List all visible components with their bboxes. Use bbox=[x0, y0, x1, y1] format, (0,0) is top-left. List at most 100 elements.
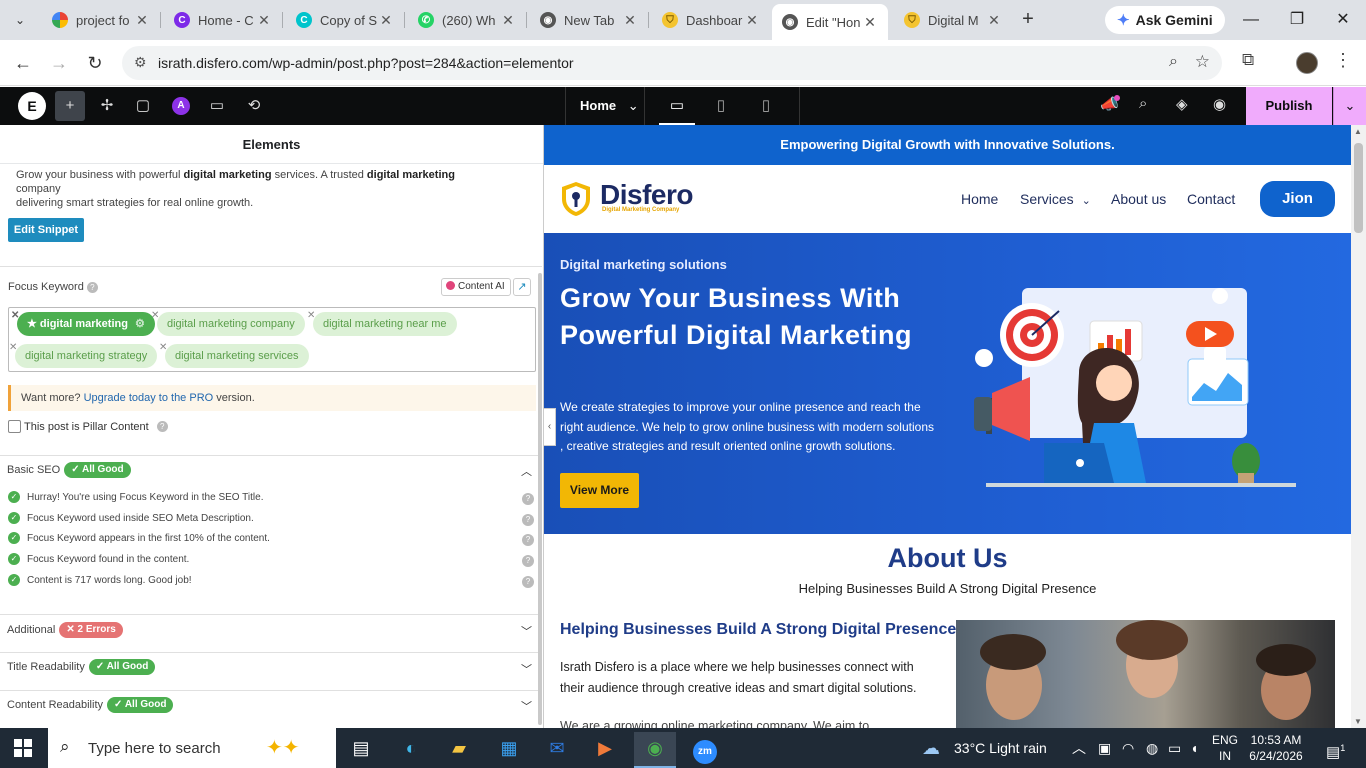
edge-browser-icon[interactable]: ◐ bbox=[390, 732, 432, 768]
volume-icon[interactable]: ◖ bbox=[1190, 728, 1198, 768]
trends-chart-icon[interactable]: ↗ bbox=[513, 278, 531, 296]
mobile-view-icon[interactable]: ▯ bbox=[748, 91, 784, 125]
browser-tab[interactable]: ◉ New Tab ✕ bbox=[530, 5, 648, 35]
upgrade-pro-link[interactable]: Upgrade today to the PRO bbox=[84, 392, 214, 404]
battery-icon[interactable]: ▭ bbox=[1168, 728, 1181, 768]
structure-layers-icon[interactable]: ◈ bbox=[1176, 95, 1188, 113]
help-icon[interactable]: ? bbox=[522, 555, 534, 567]
close-tab-icon[interactable]: ✕ bbox=[134, 12, 150, 29]
mail-icon[interactable]: ✉ bbox=[536, 732, 578, 768]
additional-section-header[interactable]: Additional ✕ 2 Errors bbox=[7, 622, 123, 638]
minimize-window-button[interactable]: — bbox=[1228, 6, 1274, 34]
weather-icon[interactable]: ☁ bbox=[922, 728, 940, 768]
browser-tab[interactable]: C Home - C ✕ bbox=[164, 5, 282, 35]
page-structure-icon[interactable]: ▢ bbox=[128, 91, 158, 121]
elementor-logo-icon[interactable]: E bbox=[18, 92, 46, 120]
close-tab-icon[interactable]: ✕ bbox=[744, 12, 760, 29]
bookmark-star-icon[interactable]: ☆ bbox=[1195, 52, 1210, 72]
comments-icon[interactable]: ▭ bbox=[202, 91, 232, 121]
content-readability-header[interactable]: Content Readability ✓ All Good bbox=[7, 697, 174, 713]
task-view-icon[interactable]: ▤ bbox=[340, 732, 382, 768]
extensions-puzzle-icon[interactable]: ⧉ bbox=[1242, 50, 1254, 70]
meet-now-icon[interactable]: ▣ bbox=[1098, 728, 1111, 768]
browser-tab[interactable]: ⛉ Digital M ✕ bbox=[894, 5, 1012, 35]
back-arrow-icon[interactable]: ← bbox=[10, 50, 36, 76]
help-icon[interactable]: ? bbox=[86, 281, 98, 293]
help-icon[interactable]: ? bbox=[522, 493, 534, 505]
keyword-tag[interactable]: ✕ digital marketing near me bbox=[307, 310, 457, 336]
preview-eye-icon[interactable]: ◉ bbox=[1213, 95, 1226, 113]
taskbar-search[interactable]: ⌕ Type here to search ✦✦ bbox=[48, 728, 336, 768]
checkbox[interactable] bbox=[8, 420, 21, 433]
tray-chevron-up-icon[interactable]: ︿ bbox=[1072, 728, 1086, 768]
close-tab-icon[interactable]: ✕ bbox=[862, 14, 878, 31]
chevron-down-icon[interactable]: ﹀ bbox=[521, 623, 532, 639]
url-text[interactable]: israth.disfero.com/wp-admin/post.php?pos… bbox=[158, 55, 574, 71]
edit-snippet-button[interactable]: Edit Snippet bbox=[8, 218, 84, 242]
remove-keyword-icon[interactable]: ✕ bbox=[9, 336, 17, 360]
pillar-content-checkbox[interactable]: This post is Pillar Content ? bbox=[8, 420, 168, 433]
close-tab-icon[interactable]: ✕ bbox=[256, 12, 272, 29]
chevron-up-icon[interactable]: ︿ bbox=[521, 463, 532, 479]
help-icon[interactable]: ? bbox=[522, 534, 534, 546]
content-ai-button[interactable]: Content AI bbox=[441, 278, 511, 296]
scroll-thumb[interactable] bbox=[1354, 143, 1363, 233]
search-icon[interactable]: ⌕ bbox=[1139, 95, 1147, 112]
ask-gemini-button[interactable]: ✦ Ask Gemini bbox=[1105, 6, 1225, 34]
chevron-down-icon[interactable]: ﹀ bbox=[521, 661, 532, 677]
network-icon[interactable]: ◍ bbox=[1146, 728, 1158, 768]
microsoft-store-icon[interactable]: ▦ bbox=[488, 732, 530, 768]
chevron-down-icon[interactable]: ﹀ bbox=[521, 698, 532, 714]
browser-menu-icon[interactable]: ⋮ bbox=[1334, 50, 1352, 71]
preview-scrollbar[interactable]: ▲ ▼ bbox=[1351, 125, 1366, 728]
browser-tab[interactable]: C Copy of S ✕ bbox=[286, 5, 404, 35]
reload-icon[interactable]: ↻ bbox=[82, 50, 108, 76]
zoom-icon[interactable]: ⌕ bbox=[1169, 53, 1178, 71]
close-tab-icon[interactable]: ✕ bbox=[500, 12, 516, 29]
publish-button[interactable]: Publish bbox=[1246, 87, 1332, 125]
site-info-icon[interactable]: ⚙ bbox=[134, 54, 147, 71]
close-window-button[interactable]: ✕ bbox=[1320, 6, 1366, 34]
panel-scrollbar[interactable] bbox=[538, 273, 542, 725]
history-icon[interactable]: ⟲ bbox=[239, 91, 269, 121]
basic-seo-header[interactable]: Basic SEO ✓ All Good bbox=[7, 462, 131, 478]
weather-text[interactable]: 33°C Light rain bbox=[954, 728, 1047, 768]
collapse-panel-chevron-icon[interactable]: ‹ bbox=[544, 408, 556, 446]
notification-center-icon[interactable]: ▤1 bbox=[1326, 728, 1345, 768]
zoom-app-icon[interactable]: zm bbox=[684, 732, 726, 768]
tab-search-chevron-icon[interactable]: ⌄ bbox=[8, 8, 32, 32]
view-more-button[interactable]: View More bbox=[560, 473, 639, 508]
restore-window-button[interactable]: ❐ bbox=[1274, 6, 1320, 34]
help-icon[interactable]: ? bbox=[522, 576, 534, 588]
nav-home[interactable]: Home bbox=[961, 191, 998, 207]
keyword-settings-icon[interactable]: ⚙ bbox=[135, 318, 145, 330]
remove-keyword-icon[interactable]: ✕ bbox=[159, 336, 167, 360]
close-tab-icon[interactable]: ✕ bbox=[378, 12, 394, 29]
browser-tab[interactable]: ✆ (260) Wh ✕ bbox=[408, 5, 526, 35]
windows-start-icon[interactable] bbox=[14, 739, 32, 757]
address-bar[interactable]: ⚙ israth.disfero.com/wp-admin/post.php?p… bbox=[122, 46, 1222, 80]
remove-keyword-icon[interactable]: ✕ bbox=[307, 304, 315, 328]
wifi-icon[interactable]: ◠ bbox=[1122, 728, 1134, 768]
site-settings-icon[interactable]: ✢ bbox=[92, 91, 122, 121]
media-player-icon[interactable]: ▶ bbox=[584, 732, 626, 768]
nav-services[interactable]: Services ⌄ bbox=[1020, 191, 1091, 207]
keyword-tag[interactable]: ✕ digital marketing services bbox=[159, 342, 309, 368]
browser-tab-active[interactable]: ◉ Edit "Hon ✕ bbox=[772, 4, 888, 40]
keyword-tag-primary[interactable]: ✕ ★ digital marketing ⚙ bbox=[11, 310, 155, 336]
focus-keyword-input[interactable]: ✕ ★ digital marketing ⚙ ✕ digital marketin… bbox=[8, 307, 536, 372]
keyword-tag[interactable]: ✕ digital marketing strategy bbox=[9, 342, 158, 368]
close-tab-icon[interactable]: ✕ bbox=[986, 12, 1002, 29]
file-explorer-icon[interactable]: ▰ bbox=[438, 732, 480, 768]
chrome-icon[interactable]: ◉ bbox=[634, 732, 676, 768]
remove-keyword-icon[interactable]: ✕ bbox=[151, 304, 159, 328]
forward-arrow-icon[interactable]: → bbox=[46, 50, 72, 76]
page-selector[interactable]: Home ⌄ bbox=[580, 98, 639, 114]
title-readability-header[interactable]: Title Readability ✓ All Good bbox=[7, 659, 156, 675]
desktop-view-icon[interactable]: ▭ bbox=[659, 91, 695, 125]
profile-avatar[interactable] bbox=[1296, 52, 1318, 74]
help-icon[interactable]: ? bbox=[522, 514, 534, 526]
clock[interactable]: 10:53 AM 6/24/2026 bbox=[1236, 732, 1316, 764]
publish-options-chevron-icon[interactable]: ⌄ bbox=[1333, 87, 1366, 125]
nav-contact[interactable]: Contact bbox=[1187, 191, 1235, 207]
